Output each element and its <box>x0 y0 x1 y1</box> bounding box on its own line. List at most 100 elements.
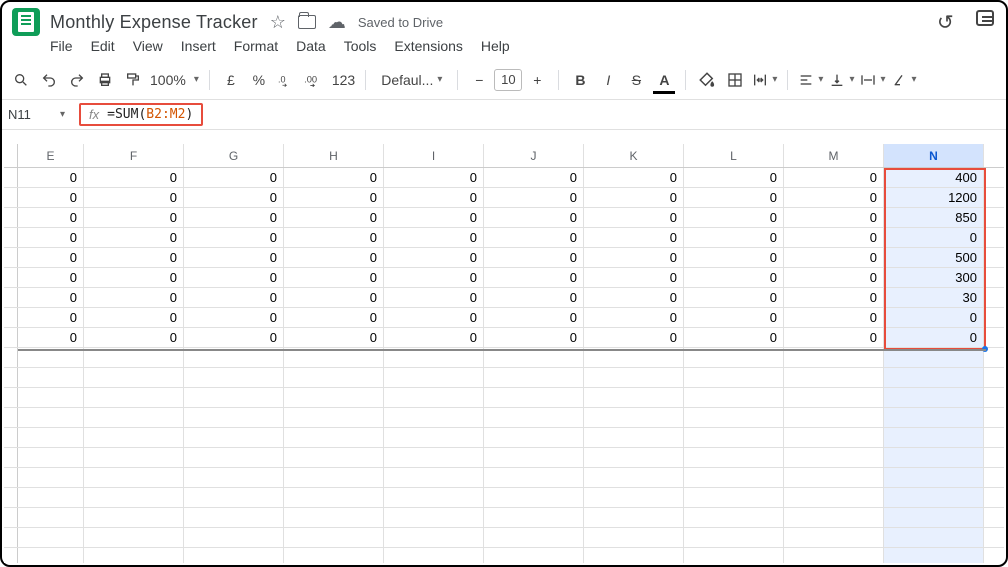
cell[interactable]: 0 <box>784 268 884 287</box>
cell[interactable] <box>184 488 284 507</box>
zoom-dropdown[interactable]: 100% <box>150 72 199 88</box>
cell[interactable]: 400 <box>884 168 984 187</box>
menu-file[interactable]: File <box>50 38 73 54</box>
bold-button[interactable]: B <box>569 68 591 92</box>
cell[interactable] <box>18 468 84 487</box>
cell[interactable] <box>784 448 884 467</box>
cell[interactable] <box>484 428 584 447</box>
cell[interactable] <box>684 448 784 467</box>
cell[interactable] <box>384 408 484 427</box>
cell[interactable] <box>684 408 784 427</box>
cell[interactable] <box>584 448 684 467</box>
cell[interactable]: 0 <box>784 248 884 267</box>
cell[interactable]: 0 <box>384 228 484 247</box>
menu-extensions[interactable]: Extensions <box>394 38 462 54</box>
cell[interactable] <box>584 548 684 563</box>
cell[interactable] <box>584 528 684 547</box>
cell[interactable] <box>384 508 484 527</box>
cell[interactable]: 0 <box>184 168 284 187</box>
cell[interactable]: 0 <box>18 288 84 307</box>
cell[interactable]: 0 <box>84 308 184 327</box>
cell[interactable] <box>84 548 184 563</box>
borders-icon[interactable] <box>724 68 746 92</box>
cell[interactable]: 0 <box>184 228 284 247</box>
cell[interactable]: 0 <box>484 328 584 347</box>
undo-icon[interactable] <box>38 68 60 92</box>
menu-view[interactable]: View <box>133 38 163 54</box>
cell[interactable] <box>18 368 84 387</box>
cell[interactable] <box>484 388 584 407</box>
wrap-icon[interactable] <box>860 68 885 92</box>
cell[interactable] <box>584 428 684 447</box>
cell[interactable]: 0 <box>284 208 384 227</box>
cell[interactable] <box>584 408 684 427</box>
cell[interactable] <box>18 388 84 407</box>
cell[interactable] <box>384 528 484 547</box>
cell[interactable] <box>484 468 584 487</box>
cell[interactable]: 0 <box>384 328 484 347</box>
cell[interactable]: 0 <box>684 208 784 227</box>
cell[interactable] <box>784 508 884 527</box>
cell[interactable] <box>884 388 984 407</box>
cell[interactable] <box>284 548 384 563</box>
cell[interactable] <box>684 428 784 447</box>
cell[interactable]: 0 <box>84 268 184 287</box>
cell[interactable]: 0 <box>484 208 584 227</box>
cell[interactable] <box>84 468 184 487</box>
cell[interactable] <box>484 508 584 527</box>
cell[interactable] <box>84 508 184 527</box>
cell[interactable] <box>284 488 384 507</box>
cell[interactable] <box>18 528 84 547</box>
menu-help[interactable]: Help <box>481 38 510 54</box>
cell[interactable] <box>84 448 184 467</box>
cell[interactable]: 0 <box>184 308 284 327</box>
cell[interactable]: 0 <box>184 288 284 307</box>
cell[interactable]: 0 <box>284 268 384 287</box>
cell[interactable]: 0 <box>484 248 584 267</box>
cell[interactable] <box>384 368 484 387</box>
cell[interactable]: 0 <box>484 268 584 287</box>
cell[interactable] <box>584 508 684 527</box>
col-header-J[interactable]: J <box>484 144 584 167</box>
cell[interactable] <box>784 468 884 487</box>
cell[interactable]: 30 <box>884 288 984 307</box>
formula-input[interactable]: =SUM(B2:M2) <box>107 107 193 122</box>
star-icon[interactable] <box>270 12 286 33</box>
cell[interactable]: 0 <box>184 208 284 227</box>
cell[interactable]: 0 <box>884 328 984 347</box>
font-dropdown[interactable]: Defaul... <box>376 69 447 91</box>
cell[interactable]: 0 <box>18 308 84 327</box>
cell[interactable]: 0 <box>784 168 884 187</box>
cell[interactable] <box>284 388 384 407</box>
cell[interactable] <box>18 448 84 467</box>
cell[interactable]: 0 <box>584 328 684 347</box>
cell[interactable] <box>284 368 384 387</box>
cell[interactable] <box>18 408 84 427</box>
cell[interactable] <box>784 488 884 507</box>
print-icon[interactable] <box>94 68 116 92</box>
cell[interactable] <box>184 468 284 487</box>
cell[interactable]: 0 <box>584 228 684 247</box>
cell[interactable] <box>184 448 284 467</box>
cell[interactable]: 0 <box>18 268 84 287</box>
cell[interactable]: 0 <box>784 188 884 207</box>
currency-button[interactable]: £ <box>220 68 242 92</box>
cell[interactable] <box>184 368 284 387</box>
decrease-decimal-icon[interactable]: .0 <box>276 68 298 92</box>
cell[interactable] <box>384 548 484 563</box>
cell[interactable]: 0 <box>384 208 484 227</box>
cell[interactable] <box>84 388 184 407</box>
cell[interactable] <box>384 428 484 447</box>
cell[interactable] <box>884 508 984 527</box>
cell[interactable]: 0 <box>684 268 784 287</box>
cell[interactable]: 0 <box>784 208 884 227</box>
cell[interactable]: 0 <box>18 188 84 207</box>
cell[interactable]: 0 <box>884 308 984 327</box>
cell[interactable] <box>784 528 884 547</box>
cell[interactable]: 1200 <box>884 188 984 207</box>
cell[interactable]: 0 <box>784 228 884 247</box>
search-icon[interactable] <box>10 68 32 92</box>
cell[interactable]: 0 <box>84 248 184 267</box>
cell[interactable] <box>184 428 284 447</box>
cell[interactable] <box>484 448 584 467</box>
